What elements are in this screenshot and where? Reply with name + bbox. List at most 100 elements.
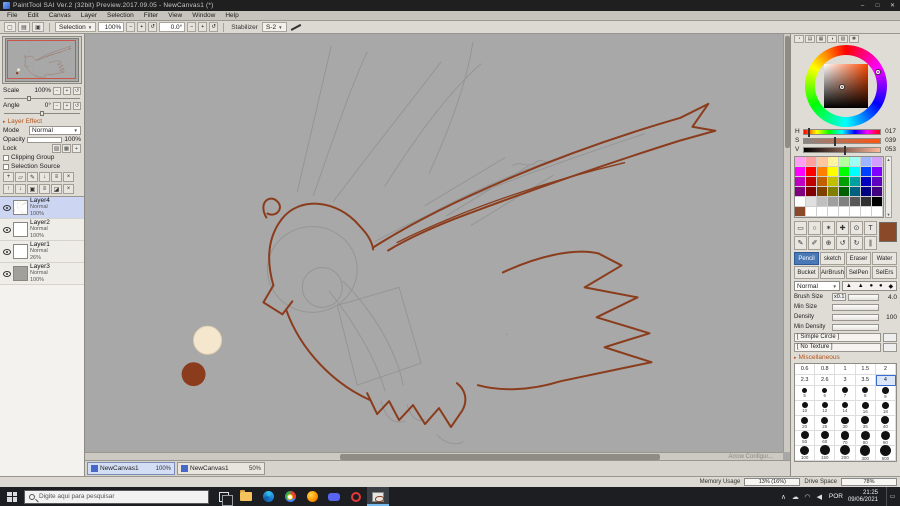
brush-size-preset-35[interactable]: 35 bbox=[855, 416, 876, 431]
brush-size-preset-300[interactable]: 300 bbox=[855, 444, 876, 461]
scale-slider[interactable] bbox=[4, 95, 80, 101]
zoom-value[interactable]: 100% bbox=[98, 22, 125, 32]
brush-size-preset-200[interactable]: 200 bbox=[835, 445, 856, 461]
taskbar-app-chrome[interactable] bbox=[279, 487, 301, 506]
palette-swatch[interactable] bbox=[850, 167, 861, 177]
menu-window[interactable]: Window bbox=[187, 12, 220, 19]
palette-swatch[interactable] bbox=[817, 177, 828, 187]
angle-slider[interactable] bbox=[4, 110, 80, 116]
rotate-ccw-tool-icon[interactable]: ↺ bbox=[836, 236, 849, 250]
hue-slider[interactable] bbox=[803, 127, 881, 137]
angle-plus-button[interactable]: + bbox=[63, 101, 71, 110]
layer-item-layer3[interactable]: Layer3 Normal 100% bbox=[0, 263, 84, 285]
palette-swatch[interactable] bbox=[850, 177, 861, 187]
brush-size-preset-0.8[interactable]: 0.8 bbox=[815, 364, 836, 375]
tool-water-button[interactable]: Water bbox=[872, 252, 897, 265]
palette-swatch[interactable] bbox=[795, 157, 806, 167]
minimize-button[interactable]: – bbox=[855, 0, 870, 11]
menu-filter[interactable]: Filter bbox=[139, 12, 163, 19]
transfer-down-icon[interactable]: ↓ bbox=[39, 172, 50, 182]
close-button[interactable]: ✕ bbox=[885, 0, 900, 11]
brush-size-preset-3.5[interactable]: 3.5 bbox=[855, 375, 876, 386]
hand-tool-icon[interactable]: ⊕ bbox=[822, 236, 835, 250]
brush-size-preset-14[interactable]: 14 bbox=[835, 401, 856, 416]
brush-shape-strip[interactable]: ▲ ▲ ● ● ◆ bbox=[842, 281, 897, 291]
taskbar-app-sai[interactable] bbox=[367, 487, 389, 506]
palette-swatch[interactable] bbox=[806, 177, 817, 187]
raise-icon[interactable]: ↑ bbox=[3, 184, 14, 194]
palette-swatch[interactable] bbox=[872, 197, 883, 207]
palette-swatch[interactable] bbox=[861, 157, 872, 167]
brush-size-preset-25[interactable]: 25 bbox=[815, 416, 836, 431]
brush-tip-shape-icon[interactable]: ◆ bbox=[888, 283, 893, 290]
taskbar-app-edge[interactable] bbox=[257, 487, 279, 506]
tool-selpen-button[interactable]: SelPen bbox=[846, 266, 871, 279]
move-tool-icon[interactable]: ✚ bbox=[836, 221, 849, 235]
selection-source-row[interactable]: Selection Source bbox=[0, 162, 84, 171]
brush-size-preset-0.6[interactable]: 0.6 bbox=[795, 364, 816, 375]
angle-reset-button[interactable]: ↺ bbox=[73, 101, 81, 110]
navigator-thumbnail[interactable] bbox=[5, 38, 79, 82]
swatch-tab-icon[interactable]: ▦ bbox=[816, 35, 826, 43]
tool-airbrush-button[interactable]: AirBrush bbox=[820, 266, 845, 279]
chevron-up-icon[interactable]: ∧ bbox=[779, 493, 788, 501]
canvas[interactable] bbox=[85, 34, 783, 452]
layer-item-layer2[interactable]: Layer2 Normal 100% bbox=[0, 219, 84, 241]
start-button[interactable] bbox=[0, 487, 24, 506]
taskbar-search[interactable]: Digite aqui para pesquisar bbox=[24, 489, 209, 504]
layer-item-layer4[interactable]: Layer4 Normal 100% bbox=[0, 197, 84, 219]
palette-swatch[interactable] bbox=[817, 197, 828, 207]
brush-size-preset-500[interactable]: 500 bbox=[875, 444, 896, 461]
palette-swatch[interactable] bbox=[806, 207, 817, 217]
new-layer-icon[interactable]: + bbox=[3, 172, 14, 182]
selection-source-checkbox[interactable] bbox=[3, 163, 9, 170]
text-tool-icon[interactable]: T bbox=[864, 221, 877, 235]
brush-shape-dropdown[interactable]: [ Simple Circle ] bbox=[794, 332, 881, 342]
palette-swatch[interactable] bbox=[817, 207, 828, 217]
min-density-slider[interactable] bbox=[832, 323, 879, 331]
tool-eraser-button[interactable]: Eraser bbox=[846, 252, 871, 265]
brush-size-preset-30[interactable]: 30 bbox=[835, 416, 856, 431]
network-icon[interactable]: ◠ bbox=[803, 493, 812, 501]
palette-swatch[interactable] bbox=[861, 197, 872, 207]
menu-edit[interactable]: Edit bbox=[22, 12, 43, 19]
palette-swatch[interactable] bbox=[872, 207, 883, 217]
palette-scrollbar[interactable]: ▲ ▼ bbox=[885, 156, 892, 218]
brush-size-preset-1[interactable]: 1 bbox=[835, 364, 856, 375]
palette-swatch[interactable] bbox=[817, 167, 828, 177]
value-slider-marker[interactable] bbox=[844, 145, 847, 155]
palette-swatch[interactable] bbox=[817, 157, 828, 167]
visibility-eye-icon[interactable] bbox=[2, 247, 11, 256]
lock-pixel-icon[interactable]: ▦ bbox=[62, 144, 71, 153]
scroll-down-icon[interactable]: ▼ bbox=[887, 212, 891, 217]
value-slider[interactable] bbox=[803, 145, 881, 155]
palette-swatch[interactable] bbox=[795, 177, 806, 187]
scale-plus-button[interactable]: + bbox=[63, 86, 71, 95]
scale-slider-thumb[interactable] bbox=[26, 95, 31, 101]
brush-size-preset-40[interactable]: 40 bbox=[875, 416, 896, 431]
new-folder-icon[interactable]: ▱ bbox=[15, 172, 26, 182]
palette-swatch[interactable] bbox=[861, 167, 872, 177]
brush-size-preset-6[interactable]: 6 bbox=[815, 386, 836, 401]
brush-texture-strength[interactable] bbox=[883, 342, 897, 352]
brush-size-preset-20[interactable]: 20 bbox=[795, 416, 816, 431]
angle-minus-button[interactable]: − bbox=[53, 101, 61, 110]
clear-icon[interactable]: × bbox=[63, 172, 74, 182]
taskbar-app-firefox[interactable] bbox=[301, 487, 323, 506]
menu-file[interactable]: File bbox=[2, 12, 22, 19]
current-color-swatch[interactable] bbox=[879, 222, 897, 242]
brush-size-preset-2.6[interactable]: 2.6 bbox=[815, 375, 836, 386]
brush-size-preset-16[interactable]: 16 bbox=[855, 401, 876, 416]
palette-swatch[interactable] bbox=[872, 157, 883, 167]
palette-swatch[interactable] bbox=[828, 167, 839, 177]
merge-down-icon[interactable]: ≡ bbox=[51, 172, 62, 182]
brush-size-preset-3[interactable]: 3 bbox=[835, 375, 856, 386]
horizontal-scrollbar[interactable]: Arrow Configur... bbox=[85, 452, 783, 460]
color-wheel[interactable] bbox=[804, 45, 887, 127]
save-icon[interactable]: ▣ bbox=[32, 22, 44, 32]
hue-marker[interactable] bbox=[875, 70, 880, 74]
palette-swatch[interactable] bbox=[872, 177, 883, 187]
menu-view[interactable]: View bbox=[163, 12, 187, 19]
tool-sketch-button[interactable]: sketch bbox=[820, 252, 845, 265]
rect-select-tool-icon[interactable]: ▭ bbox=[794, 221, 807, 235]
